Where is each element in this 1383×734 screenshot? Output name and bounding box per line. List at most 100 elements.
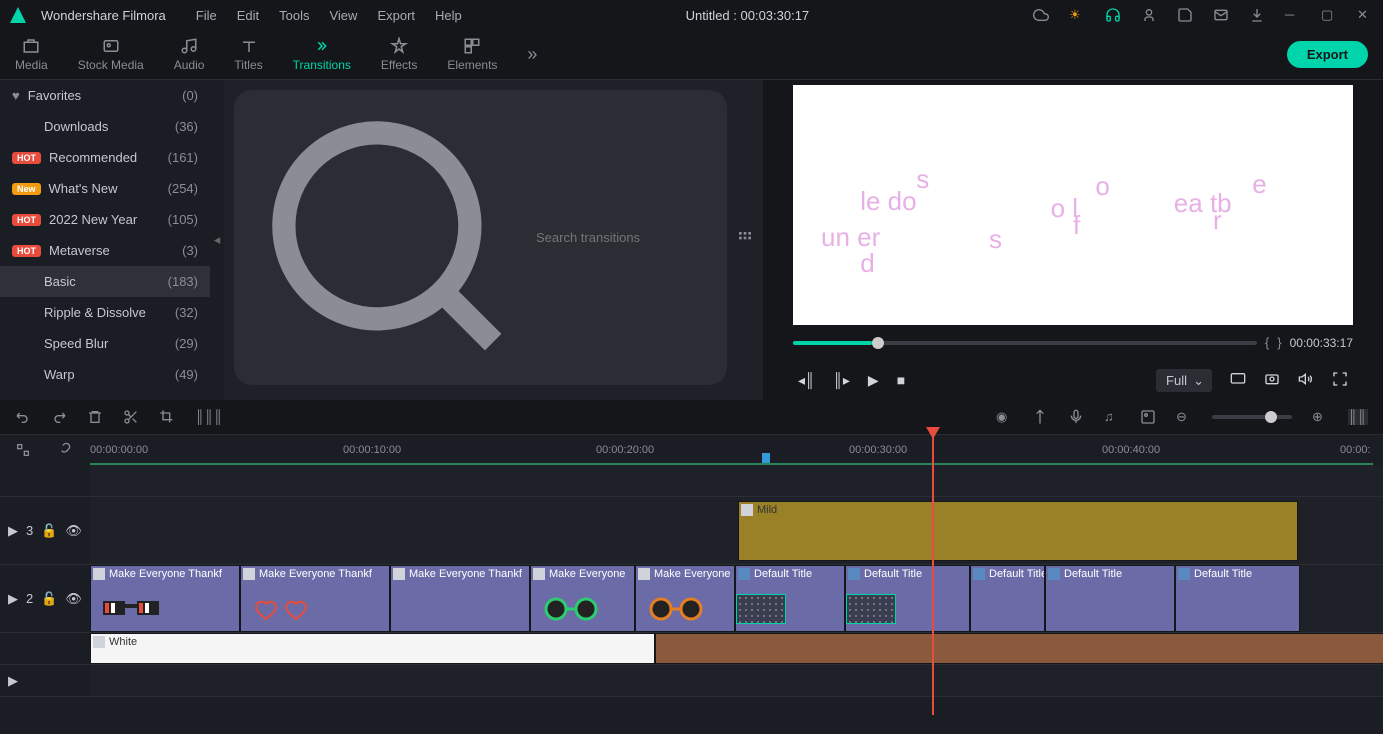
sidebar-item-speed-blur[interactable]: Speed Blur(29) (0, 328, 210, 359)
track-1: White (0, 633, 1383, 665)
close-icon[interactable]: ✕ (1357, 7, 1373, 23)
sidebar-item-downloads[interactable]: Downloads(36) (0, 111, 210, 142)
delete-icon[interactable] (87, 409, 103, 425)
sidebar-item-2022-new-year[interactable]: HOT2022 New Year(105) (0, 204, 210, 235)
lock-icon[interactable]: 🔓 (41, 523, 57, 539)
tab-media[interactable]: Media (15, 37, 48, 72)
track-icon[interactable]: ▶ (8, 673, 18, 689)
maximize-icon[interactable]: ▢ (1321, 7, 1337, 23)
clip-title[interactable]: Default Title (970, 565, 1045, 632)
zoom-in-icon[interactable]: ⊕ (1312, 409, 1328, 425)
save-icon[interactable] (1177, 7, 1193, 23)
display-icon[interactable] (1230, 371, 1246, 390)
clip-title[interactable]: Default Title (845, 565, 970, 632)
sidebar-collapse-handle[interactable]: ◂ (210, 80, 224, 400)
voiceover-icon[interactable]: ║║║ (195, 409, 211, 425)
fullscreen-icon[interactable] (1332, 371, 1348, 390)
volume-icon[interactable] (1298, 371, 1314, 390)
clip-video[interactable]: Make Everyone Thankf (390, 565, 530, 632)
clip-brown[interactable] (655, 633, 1383, 664)
tab-transitions[interactable]: Transitions (293, 37, 351, 72)
render-icon[interactable]: ◉ (996, 409, 1012, 425)
link-icon[interactable] (55, 442, 71, 458)
fit-icon[interactable]: ║║ (1348, 409, 1368, 425)
transitions-panel: FadeDissolveFade GrayscaleFlashWarp Zoom… (224, 80, 763, 400)
clip-white[interactable]: White (90, 633, 655, 664)
user-icon[interactable] (1141, 7, 1157, 23)
ripple-icon[interactable] (15, 442, 31, 458)
prev-frame-button[interactable]: ◂║ (798, 372, 815, 389)
sidebar-item-basic[interactable]: Basic(183) (0, 266, 210, 297)
preview-time: 00:00:33:17 (1290, 336, 1353, 350)
track-icon[interactable]: ▶ (8, 591, 18, 607)
zoom-out-icon[interactable]: ⊖ (1176, 409, 1192, 425)
export-button[interactable]: Export (1287, 41, 1368, 68)
play-button[interactable]: ▶ (868, 372, 879, 389)
undo-icon[interactable] (15, 409, 31, 425)
download-icon[interactable] (1249, 7, 1265, 23)
sidebar-item-warp[interactable]: Warp(49) (0, 359, 210, 390)
timeline-ruler[interactable]: 00:00:00:0000:00:10:0000:00:20:0000:00:3… (0, 435, 1383, 465)
menu-export[interactable]: Export (377, 8, 415, 23)
marker[interactable] (762, 453, 770, 463)
search-input[interactable] (536, 230, 712, 245)
eye-icon[interactable]: 👁 (65, 523, 82, 539)
preview-video[interactable]: le dosoo leea tbun ersfrd (793, 85, 1353, 325)
menu-edit[interactable]: Edit (237, 8, 259, 23)
timeline-toolbar: ║║║ ◉ ♫ ⊖ ⊕ ║║ (0, 400, 1383, 435)
preview-panel: le dosoo leea tbun ersfrd { } 00:00:33:1… (763, 80, 1383, 400)
transition-marker[interactable] (736, 594, 786, 624)
menu-view[interactable]: View (329, 8, 357, 23)
crop-icon[interactable] (159, 409, 175, 425)
image-icon[interactable] (1140, 409, 1156, 425)
lock-icon[interactable]: 🔓 (41, 591, 57, 607)
tab-elements[interactable]: Elements (447, 37, 497, 72)
bracket-left: { (1265, 335, 1269, 350)
split-icon[interactable] (123, 409, 139, 425)
sidebar-item-ripple-&-dissolve[interactable]: Ripple & Dissolve(32) (0, 297, 210, 328)
sun-icon[interactable]: ☀ (1069, 7, 1085, 23)
playhead[interactable] (932, 435, 934, 715)
search-box[interactable] (234, 90, 727, 385)
marker-icon[interactable] (1032, 409, 1048, 425)
stop-button[interactable]: ■ (897, 372, 905, 388)
titlebar: Wondershare Filmora File Edit Tools View… (0, 0, 1383, 30)
grid-view-icon[interactable] (737, 230, 753, 246)
track-icon[interactable]: ▶ (8, 523, 18, 539)
clip-video[interactable]: Make Everyone Thankf (240, 565, 390, 632)
more-tabs-icon[interactable]: » (527, 44, 537, 65)
sidebar-item-recommended[interactable]: HOTRecommended(161) (0, 142, 210, 173)
document-title: Untitled : 00:03:30:17 (477, 8, 1018, 23)
eye-icon[interactable]: 👁 (65, 591, 82, 607)
clip-title[interactable]: Default Title (1175, 565, 1300, 632)
redo-icon[interactable] (51, 409, 67, 425)
clip-mild[interactable]: Mild (738, 501, 1298, 561)
minimize-icon[interactable]: ─ (1285, 7, 1301, 23)
menu-help[interactable]: Help (435, 8, 462, 23)
clip-video[interactable]: Make Everyone (530, 565, 635, 632)
clip-video[interactable]: Make Everyone (635, 565, 735, 632)
cloud-icon[interactable] (1033, 7, 1049, 23)
progress-bar[interactable] (793, 341, 1257, 345)
tab-effects[interactable]: Effects (381, 37, 417, 72)
menu-tools[interactable]: Tools (279, 8, 309, 23)
mic-icon[interactable] (1068, 409, 1084, 425)
clip-title[interactable]: Default Title (1045, 565, 1175, 632)
music-icon[interactable]: ♫ (1104, 409, 1120, 425)
sidebar-item-metaverse[interactable]: HOTMetaverse(3) (0, 235, 210, 266)
snapshot-icon[interactable] (1264, 371, 1280, 390)
tab-titles[interactable]: Titles (234, 37, 262, 72)
tab-stock-media[interactable]: Stock Media (78, 37, 144, 72)
next-frame-button[interactable]: ║▸ (833, 372, 850, 389)
sidebar-item-what's-new[interactable]: NewWhat's New(254) (0, 173, 210, 204)
zoom-slider[interactable] (1212, 415, 1292, 419)
clip-title[interactable]: Default Title (735, 565, 845, 632)
headphones-icon[interactable] (1105, 7, 1121, 23)
tab-audio[interactable]: Audio (174, 37, 205, 72)
menu-file[interactable]: File (196, 8, 217, 23)
quality-select[interactable]: Full⌄ (1156, 369, 1212, 392)
transition-marker[interactable] (846, 594, 896, 624)
mail-icon[interactable] (1213, 7, 1229, 23)
clip-video[interactable]: Make Everyone Thankf (90, 565, 240, 632)
sidebar-item-favorites[interactable]: ♥Favorites(0) (0, 80, 210, 111)
